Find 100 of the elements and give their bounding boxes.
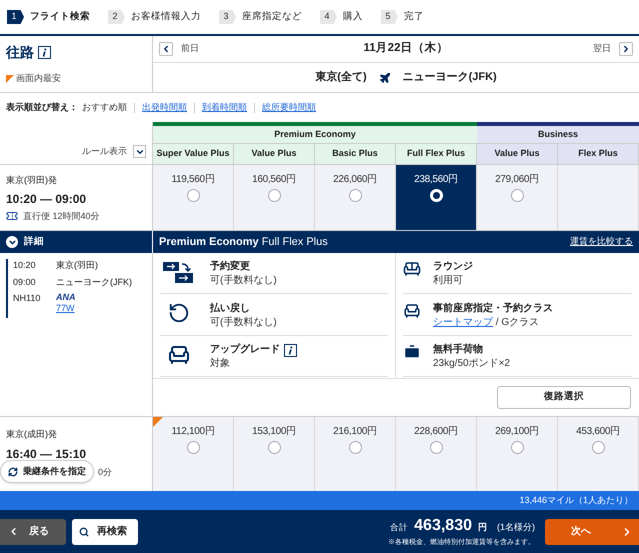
- fare-price: 160,560円: [252, 173, 296, 187]
- segment-place: ニューヨーク(JFK): [56, 276, 132, 289]
- info-icon[interactable]: [284, 344, 297, 357]
- refresh-icon: [8, 466, 18, 476]
- seat-icon: [403, 302, 421, 320]
- sort-label: 表示順並び替え：: [6, 100, 78, 114]
- connection-filter-button[interactable]: 乗継条件を指定: [0, 460, 94, 483]
- radio-button[interactable]: [510, 441, 524, 454]
- compare-fares-link[interactable]: 運賃を比較する: [570, 235, 633, 249]
- step-number: 1: [7, 10, 24, 24]
- flight-duration: 0分: [98, 466, 112, 478]
- segment-place: 東京(羽田): [56, 259, 98, 272]
- rule-toggle-label: ルール表示: [82, 144, 127, 158]
- refund-icon: [168, 302, 190, 324]
- fare-cell[interactable]: 160,560円: [234, 165, 315, 230]
- benefit-value: 対象: [210, 357, 230, 372]
- fare-cell[interactable]: 226,060円: [315, 165, 396, 230]
- lounge-icon: [403, 260, 421, 278]
- benefit-title: 払い戻し: [210, 302, 250, 316]
- radio-button[interactable]: [348, 189, 362, 202]
- flight-duration: 直行便 12時間40分: [23, 210, 100, 222]
- next-day-button[interactable]: 翌日: [593, 42, 633, 56]
- rule-toggle-button[interactable]: [133, 145, 146, 158]
- fare-column-header: Flex Plus: [558, 144, 639, 164]
- chevron-left-icon: [161, 44, 171, 54]
- benefit-value: 可(手数料なし): [210, 316, 277, 330]
- date-label: 11月22日（木）: [362, 40, 450, 56]
- fare-column-header: Value Plus: [477, 144, 558, 164]
- step-number: 4: [320, 10, 337, 24]
- next-button[interactable]: 次へ: [545, 518, 639, 544]
- destination-label: ニューヨーク(JFK): [402, 70, 497, 86]
- chevron-right-icon: [621, 44, 631, 54]
- fare-cell[interactable]: 216,100円: [315, 417, 396, 491]
- sort-option[interactable]: おすすめ順: [82, 100, 127, 114]
- back-button[interactable]: 戻る: [0, 518, 66, 544]
- flight-number: NH110: [13, 292, 42, 305]
- search-icon: [79, 526, 89, 536]
- step-number: 2: [108, 10, 125, 24]
- step-label: 購入: [343, 10, 363, 24]
- cheapest-marker-icon: [6, 74, 14, 83]
- total-label: 合計: [390, 521, 408, 534]
- benefit-value: 可(手数料なし): [210, 274, 277, 288]
- fare-column-header: Basic Plus: [315, 144, 396, 164]
- fare-cell[interactable]: 238,560円: [396, 165, 477, 230]
- fare-cell[interactable]: 453,600円: [558, 417, 639, 491]
- sort-option[interactable]: 総所要時間順: [262, 100, 316, 114]
- total-amount: 463,830: [414, 516, 472, 536]
- radio-button[interactable]: [268, 441, 280, 454]
- benefit-title: 予約変更: [210, 260, 250, 274]
- aircraft-link[interactable]: 77W: [56, 302, 76, 316]
- legend-label: 画面内最安: [16, 72, 61, 85]
- flight-times: 16:40 — 15:10: [6, 446, 88, 462]
- fare-cell[interactable]: 112,100円: [153, 417, 234, 491]
- return-select-button[interactable]: 復路選択: [497, 386, 631, 409]
- radio-button[interactable]: [186, 189, 200, 202]
- radio-button[interactable]: [510, 189, 524, 202]
- fare-price: 238,560円: [414, 173, 458, 187]
- fare-cell[interactable]: 279,060円: [477, 165, 558, 230]
- research-button[interactable]: 再検索: [72, 518, 138, 544]
- fare-group-name: Business: [477, 126, 639, 144]
- miles-label: 13,446マイル（1人あたり）: [519, 494, 633, 507]
- radio-button[interactable]: [348, 441, 362, 454]
- details-toggle-icon[interactable]: [6, 236, 18, 248]
- benefit-value: 23kg/50ポンド×2: [433, 357, 510, 372]
- fare-cell[interactable]: 269,100円: [477, 417, 558, 491]
- segment-time: 09:00: [13, 276, 37, 288]
- sort-option[interactable]: 出発時間順: [142, 100, 187, 114]
- sort-option[interactable]: 到着時間順: [202, 100, 247, 114]
- step-label: お客様情報入力: [131, 10, 201, 24]
- benefit-title: 無料手荷物: [433, 343, 483, 358]
- step-label: フライト検索: [30, 10, 90, 24]
- fare-price: 279,060円: [495, 173, 539, 187]
- radio-button[interactable]: [186, 441, 200, 454]
- fare-cell[interactable]: 228,600円: [396, 417, 477, 491]
- fare-cell[interactable]: 119,560円: [153, 165, 234, 230]
- radio-button[interactable]: [592, 441, 604, 454]
- fare-price: 228,600円: [414, 425, 458, 439]
- step-label: 座席指定など: [242, 10, 302, 24]
- origin-label: 東京(全て): [315, 70, 367, 86]
- passenger-count: (1名様分): [497, 521, 535, 534]
- radio-button[interactable]: [268, 189, 280, 202]
- seat-map-link[interactable]: シートマップ: [433, 316, 493, 330]
- departure-label: 東京(羽田)発: [6, 174, 58, 187]
- benefit-value: 利用可: [433, 274, 463, 288]
- info-icon[interactable]: [38, 46, 51, 59]
- plane-icon: [378, 72, 391, 84]
- fare-price: 119,560円: [171, 173, 214, 187]
- fare-title: Premium Economy Full Flex Plus: [159, 234, 328, 250]
- step-number: 3: [219, 10, 236, 24]
- plane-change-icon: [163, 260, 195, 284]
- fare-column-header: Value Plus: [234, 144, 315, 164]
- step-number: 5: [381, 10, 398, 24]
- previous-day-button[interactable]: 前日: [159, 42, 199, 56]
- benefit-title: アップグレード: [210, 343, 280, 358]
- benefit-title: ラウンジ: [433, 260, 473, 274]
- fare-cell[interactable]: 153,100円: [234, 417, 315, 491]
- currency-label: 円: [478, 521, 487, 534]
- radio-button[interactable]: [430, 441, 442, 454]
- fare-price: 216,100円: [333, 425, 377, 439]
- fare-price: 226,060円: [333, 173, 377, 187]
